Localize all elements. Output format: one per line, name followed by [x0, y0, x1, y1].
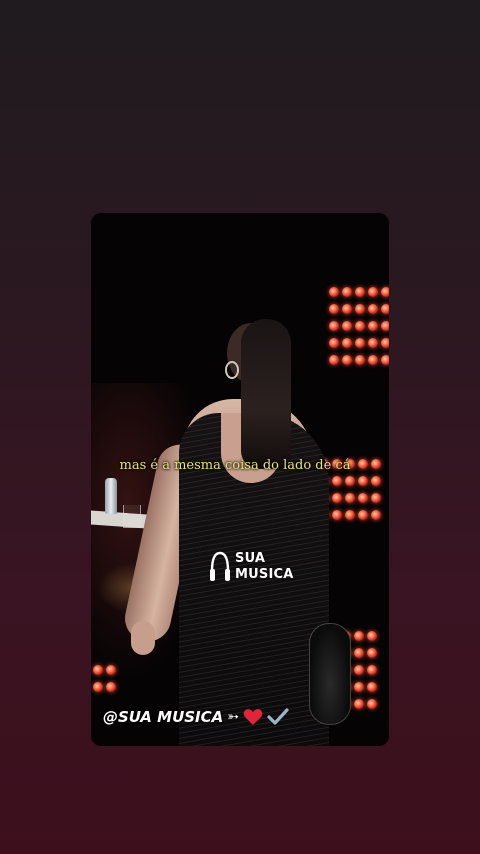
- singer-hair: [241, 319, 291, 469]
- sua-musica-watermark: SUA MUSICA: [209, 547, 294, 587]
- account-handle[interactable]: @SUA MUSICA: [103, 708, 223, 726]
- stage-light-panel-top: [329, 287, 389, 365]
- water-bottle: [105, 478, 117, 514]
- account-handle-line[interactable]: @SUA MUSICA ➳: [103, 708, 289, 726]
- arrow-icon: ➳: [227, 709, 239, 725]
- stage-light-panel-left: [93, 665, 116, 692]
- headphones-icon: [210, 551, 230, 581]
- hoop-earring: [225, 361, 239, 379]
- check-icon: [267, 708, 289, 725]
- heart-icon: [243, 709, 263, 725]
- singer-hand: [131, 621, 155, 655]
- lyrics-caption: mas é a mesma coisa do lado de cá: [119, 458, 351, 473]
- watermark-line-2: MUSICA: [235, 567, 294, 582]
- story-card[interactable]: mas é a mesma coisa do lado de cá SUA MU…: [91, 213, 389, 746]
- guitar: [309, 623, 351, 725]
- watermark-line-1: SUA: [235, 551, 266, 566]
- singer-figure: [120, 313, 351, 746]
